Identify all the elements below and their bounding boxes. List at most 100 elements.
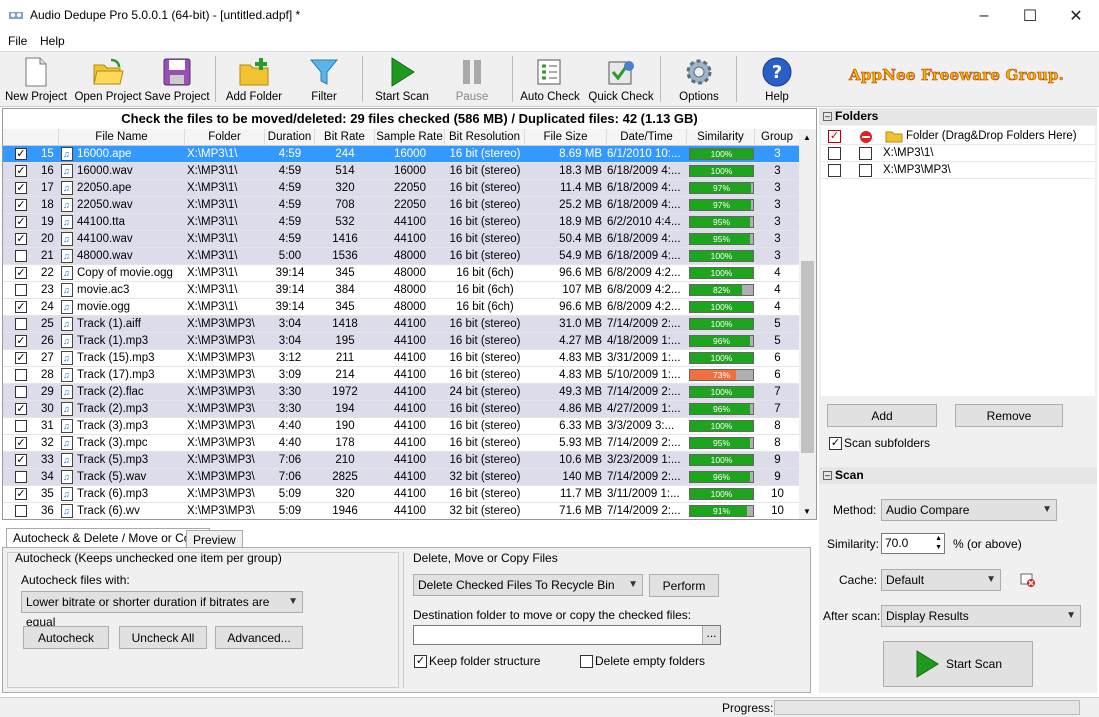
vertical-scrollbar[interactable]: ▲ ▼ bbox=[799, 129, 816, 519]
save-project-button[interactable]: Save Project bbox=[144, 54, 210, 106]
help-button[interactable]: ? Help bbox=[746, 54, 808, 106]
table-row[interactable]: 28 ♫ Track (17).mp3 X:\MP3\MP3\ 3:09 214 44100… bbox=[3, 367, 800, 384]
folder-list[interactable]: ✓ Folder (Drag&Drop Folders Here) X:\MP3… bbox=[821, 126, 1095, 396]
col-bit-resolution[interactable]: Bit Resolution bbox=[445, 129, 525, 146]
cache-select[interactable]: Default ▼ bbox=[881, 569, 1001, 591]
table-row[interactable]: 21 ♫ 48000.wav X:\MP3\1\ 5:00 1536 48000 16 bit… bbox=[3, 248, 800, 265]
similarity-input[interactable]: 70.0 ▲ ▼ bbox=[881, 533, 945, 554]
folder-include-checkbox[interactable] bbox=[828, 147, 841, 160]
scrollbar-thumb[interactable] bbox=[801, 261, 814, 453]
row-checkbox[interactable]: ✓ bbox=[15, 437, 27, 449]
col-file-name[interactable]: File Name bbox=[59, 129, 185, 146]
row-checkbox[interactable] bbox=[15, 284, 27, 296]
destination-input[interactable]: ... bbox=[413, 625, 721, 645]
spinner-icon[interactable]: ▲ ▼ bbox=[935, 534, 942, 552]
col-date-time[interactable]: Date/Time bbox=[607, 129, 687, 146]
delete-empty-checkbox[interactable] bbox=[580, 655, 593, 668]
table-row[interactable]: ✓ 18 ♫ 22050.wav X:\MP3\1\ 4:59 708 22050 16 bit… bbox=[3, 197, 800, 214]
scan-subfolders-checkbox[interactable]: ✓ bbox=[829, 437, 842, 450]
table-row[interactable]: ✓ 16 ♫ 16000.wav X:\MP3\1\ 4:59 514 16000 16 bit… bbox=[3, 163, 800, 180]
table-row[interactable]: ✓ 35 ♫ Track (6).mp3 X:\MP3\MP3\ 5:09 320 44100… bbox=[3, 486, 800, 503]
start-scan-button[interactable]: Start Scan bbox=[883, 641, 1033, 687]
method-select[interactable]: Audio Compare ▼ bbox=[881, 499, 1057, 521]
new-project-button[interactable]: New Project bbox=[4, 54, 68, 106]
clear-cache-icon[interactable] bbox=[1020, 572, 1036, 588]
row-checkbox[interactable] bbox=[15, 369, 27, 381]
table-row[interactable]: 31 ♫ Track (3).mp3 X:\MP3\MP3\ 4:40 190 44100 1… bbox=[3, 418, 800, 435]
table-row[interactable]: ✓ 24 ♫ movie.ogg X:\MP3\1\ 39:14 345 48000 16 bi… bbox=[3, 299, 800, 316]
row-checkbox[interactable]: ✓ bbox=[15, 403, 27, 415]
quick-check-button[interactable]: Quick Check bbox=[588, 54, 654, 106]
remove-folder-button[interactable]: Remove bbox=[955, 404, 1063, 427]
scroll-up-arrow[interactable]: ▲ bbox=[803, 133, 811, 142]
col-sample-rate[interactable]: Sample Rate bbox=[375, 129, 445, 146]
close-button[interactable]: ✕ bbox=[1053, 0, 1099, 31]
table-row[interactable]: ✓ 27 ♫ Track (15).mp3 X:\MP3\MP3\ 3:12 211 4410… bbox=[3, 350, 800, 367]
advanced-button[interactable]: Advanced... bbox=[215, 626, 303, 649]
options-button[interactable]: Options bbox=[668, 54, 730, 106]
maximize-button[interactable]: ☐ bbox=[1007, 0, 1053, 31]
row-checkbox[interactable]: ✓ bbox=[15, 182, 27, 194]
row-checkbox[interactable]: ✓ bbox=[15, 216, 27, 228]
add-folder-list-button[interactable]: Add bbox=[827, 404, 937, 427]
folder-item[interactable]: X:\MP3\MP3\ bbox=[821, 162, 1095, 179]
table-row[interactable]: 25 ♫ Track (1).aiff X:\MP3\MP3\ 3:04 1418 4410… bbox=[3, 316, 800, 333]
row-checkbox[interactable]: ✓ bbox=[15, 199, 27, 211]
row-checkbox[interactable]: ✓ bbox=[15, 301, 27, 313]
delete-action-select[interactable]: Delete Checked Files To Recycle Bin ▼ bbox=[413, 574, 643, 596]
row-checkbox[interactable]: ✓ bbox=[15, 335, 27, 347]
perform-button[interactable]: Perform bbox=[649, 574, 719, 597]
scan-header[interactable]: – Scan bbox=[819, 467, 1097, 484]
check-all-icon[interactable]: ✓ bbox=[828, 130, 841, 143]
row-checkbox[interactable]: ✓ bbox=[15, 233, 27, 245]
col-similarity[interactable]: Similarity bbox=[687, 129, 755, 146]
table-row[interactable]: ✓ 30 ♫ Track (2).mp3 X:\MP3\MP3\ 3:30 194 44100… bbox=[3, 401, 800, 418]
uncheck-all-button[interactable]: Uncheck All bbox=[119, 626, 207, 649]
row-checkbox[interactable] bbox=[15, 471, 27, 483]
open-project-button[interactable]: Open Project bbox=[72, 54, 144, 106]
table-row[interactable]: ✓ 26 ♫ Track (1).mp3 X:\MP3\MP3\ 3:04 195 44100… bbox=[3, 333, 800, 350]
row-checkbox[interactable]: ✓ bbox=[15, 267, 27, 279]
folder-include-checkbox[interactable] bbox=[828, 164, 841, 177]
menu-help[interactable]: Help bbox=[40, 34, 65, 48]
folder-exclude-checkbox[interactable] bbox=[859, 164, 872, 177]
row-checkbox[interactable]: ✓ bbox=[15, 352, 27, 364]
tab-autocheck[interactable]: Autocheck & Delete / Move or Copy bbox=[6, 528, 211, 547]
table-row[interactable]: 29 ♫ Track (2).flac X:\MP3\MP3\ 3:30 1972 4410… bbox=[3, 384, 800, 401]
table-row[interactable]: 23 ♫ movie.ac3 X:\MP3\1\ 39:14 384 48000 16 bit… bbox=[3, 282, 800, 299]
folders-header[interactable]: – Folders bbox=[819, 108, 1097, 125]
collapse-icon[interactable]: – bbox=[823, 471, 832, 480]
table-row[interactable]: ✓ 17 ♫ 22050.ape X:\MP3\1\ 4:59 320 22050 16 bit… bbox=[3, 180, 800, 197]
folder-exclude-checkbox[interactable] bbox=[859, 147, 872, 160]
col-bit-rate[interactable]: Bit Rate bbox=[315, 129, 375, 146]
autocheck-button[interactable]: Autocheck bbox=[23, 626, 109, 649]
auto-check-button[interactable]: Auto Check bbox=[518, 54, 582, 106]
table-row[interactable]: ✓ 32 ♫ Track (3).mpc X:\MP3\MP3\ 4:40 178 44100… bbox=[3, 435, 800, 452]
row-checkbox[interactable] bbox=[15, 250, 27, 262]
table-row[interactable]: ✓ 20 ♫ 44100.wav X:\MP3\1\ 4:59 1416 44100 16 bi… bbox=[3, 231, 800, 248]
table-row[interactable]: ✓ 33 ♫ Track (5).mp3 X:\MP3\MP3\ 7:06 210 44100… bbox=[3, 452, 800, 469]
start-scan-toolbar-button[interactable]: Start Scan bbox=[370, 54, 434, 106]
scroll-down-arrow[interactable]: ▼ bbox=[803, 507, 811, 516]
filter-button[interactable]: Filter bbox=[294, 54, 354, 106]
col-duration[interactable]: Duration bbox=[265, 129, 315, 146]
autocheck-mode-select[interactable]: Lower bitrate or shorter duration if bit… bbox=[21, 591, 303, 629]
table-row[interactable]: 34 ♫ Track (5).wav X:\MP3\MP3\ 7:06 2825 44100… bbox=[3, 469, 800, 486]
table-row[interactable]: ✓ 15 ♫ 16000.ape X:\MP3\1\ 4:59 244 16000 16 bit… bbox=[3, 146, 800, 163]
menu-file[interactable]: File bbox=[8, 34, 27, 48]
folder-item[interactable]: X:\MP3\1\ bbox=[821, 145, 1095, 162]
minimize-button[interactable]: – bbox=[961, 0, 1007, 31]
col-folder[interactable]: Folder bbox=[185, 129, 265, 146]
table-row[interactable]: ✓ 22 ♫ Copy of movie.ogg X:\MP3\1\ 39:14 345 48… bbox=[3, 265, 800, 282]
row-checkbox[interactable]: ✓ bbox=[15, 165, 27, 177]
row-checkbox[interactable] bbox=[15, 386, 27, 398]
row-checkbox[interactable] bbox=[15, 505, 27, 517]
table-row[interactable]: ✓ 19 ♫ 44100.tta X:\MP3\1\ 4:59 532 44100 16 bit… bbox=[3, 214, 800, 231]
tab-preview[interactable]: Preview bbox=[186, 530, 243, 547]
row-checkbox[interactable] bbox=[15, 420, 27, 432]
row-checkbox[interactable]: ✓ bbox=[15, 488, 27, 500]
add-folder-button[interactable]: Add Folder bbox=[222, 54, 286, 106]
row-checkbox[interactable]: ✓ bbox=[15, 148, 27, 160]
col-file-size[interactable]: File Size bbox=[525, 129, 607, 146]
keep-structure-checkbox[interactable]: ✓ bbox=[414, 655, 427, 668]
